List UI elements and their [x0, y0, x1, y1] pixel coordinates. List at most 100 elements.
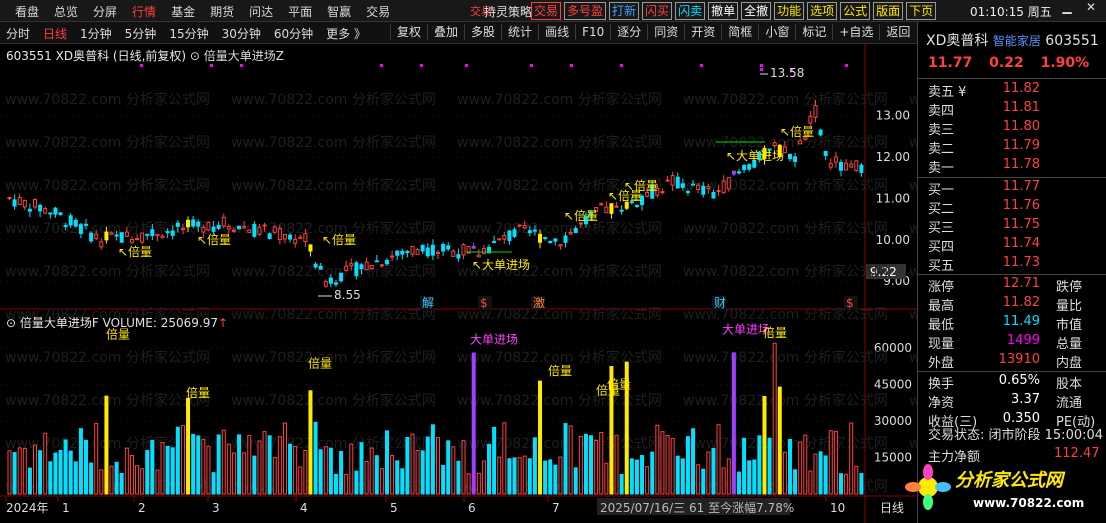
volume-tick-label: 45000 [874, 378, 912, 392]
candle [308, 244, 313, 252]
volume-bar [349, 443, 354, 495]
tool-add-watch[interactable]: +自选 [832, 24, 879, 40]
tab-60min[interactable]: 60分钟 [274, 25, 313, 42]
candle [492, 240, 497, 243]
watermark-text: www.70822.com 分析家公式网 [909, 306, 917, 323]
chip-options[interactable]: 选项 [807, 2, 838, 20]
tool-f10[interactable]: F10 [575, 24, 610, 40]
candle [599, 203, 604, 206]
volume-bar [38, 450, 43, 495]
chip-next-page[interactable]: 下页 [906, 2, 937, 20]
tool-tick[interactable]: 逐分 [610, 24, 647, 40]
candle [691, 183, 696, 186]
menu-item-4[interactable]: 基金 [171, 3, 195, 21]
chip-layout[interactable]: 版面 [873, 2, 904, 20]
candle [838, 161, 843, 171]
tab-30min[interactable]: 30分钟 [222, 25, 261, 42]
tool-back[interactable]: 返回 [879, 24, 916, 40]
tool-multi[interactable]: 多股 [464, 24, 501, 40]
formula-name-sub[interactable]: ⊙ 倍量大单进场F [6, 316, 99, 330]
tool-mark[interactable]: 标记 [795, 24, 832, 40]
strategy-menu[interactable]: 持灵策略 [484, 3, 532, 20]
chip-cancel[interactable]: 撤单 [708, 2, 739, 20]
candle [226, 226, 231, 230]
status-bar: 2025/07/16/三 61 至今涨幅7.78% [600, 500, 794, 515]
volume-bar [170, 447, 175, 495]
volume-bar [247, 435, 252, 495]
site-logo: 分析家公式网 www.70822.com [905, 458, 1105, 520]
chip-cancel-all[interactable]: 全撤 [741, 2, 772, 20]
stock-name: XD奥普科 [926, 33, 989, 49]
menu-item-1[interactable]: 总览 [54, 3, 78, 21]
tool-overlay[interactable]: 叠加 [427, 24, 464, 40]
menu-item-0[interactable]: 看盘 [15, 3, 39, 21]
volume-bar [685, 436, 690, 495]
tool-draw[interactable]: 画线 [538, 24, 575, 40]
tab-1min[interactable]: 1分钟 [80, 25, 112, 42]
tool-small[interactable]: 小窗 [758, 24, 795, 40]
candle [247, 229, 252, 233]
candle [84, 223, 89, 226]
chip-trade[interactable]: 交易 [531, 2, 562, 20]
chip-multi[interactable]: 多号盈 [564, 2, 607, 20]
volume-bar [354, 470, 359, 495]
candle [150, 229, 155, 237]
watermark-text: www.70822.com 分析家公式网 [5, 349, 210, 366]
candle [578, 222, 583, 225]
candle [563, 235, 568, 243]
menu-item-8[interactable]: 智赢 [327, 3, 351, 21]
volume-bar [782, 451, 787, 495]
candle [716, 190, 721, 193]
volume-tick-label: 30000 [874, 414, 912, 428]
chip-flash-buy[interactable]: 闪买 [642, 2, 673, 20]
candle [604, 206, 609, 214]
volume-bar [323, 446, 328, 495]
sector-link[interactable]: 智能家居 [993, 34, 1041, 48]
chip-function[interactable]: 功能 [774, 2, 805, 20]
volume-bar [53, 452, 58, 495]
signal-dot [620, 64, 623, 67]
kline-chart[interactable]: 13.0012.0011.0010.009.009.22600004500030… [0, 44, 917, 523]
candle [12, 199, 17, 207]
month-label: 7 [552, 501, 560, 515]
watermark-text: www.70822.com 分析家公式网 [909, 392, 917, 409]
tab-daily[interactable]: 日线 [43, 25, 67, 42]
candle [609, 203, 614, 214]
volume-bar [298, 466, 303, 495]
menu-item-3[interactable]: 行情 [132, 3, 156, 21]
tab-5min[interactable]: 5分钟 [125, 25, 157, 42]
tool-stats[interactable]: 统计 [501, 24, 538, 40]
candle [267, 233, 272, 240]
tool-open[interactable]: 开资 [684, 24, 721, 40]
menu-item-2[interactable]: 分屏 [93, 3, 117, 21]
tool-adjust[interactable]: 复权 [390, 24, 427, 40]
candle [359, 264, 364, 270]
tab-15min[interactable]: 15分钟 [169, 25, 208, 42]
menu-item-9[interactable]: 交易 [366, 3, 390, 21]
candle [7, 197, 12, 200]
volume-bar [854, 465, 859, 495]
candle [63, 224, 68, 227]
volume-bar [629, 458, 634, 495]
menu-item-6[interactable]: 问达 [249, 3, 273, 21]
chip-formula[interactable]: 公式 [840, 2, 871, 20]
candle [833, 156, 838, 163]
double-volume-label: ↖倍量 [780, 124, 814, 139]
tab-more[interactable]: 更多 》 [326, 25, 366, 42]
tab-intraday[interactable]: 分时 [6, 25, 30, 42]
chip-ipo[interactable]: 打新 [609, 2, 640, 20]
watermark-text: www.70822.com 分析家公式网 [231, 91, 436, 108]
tool-simple[interactable]: 简框 [721, 24, 758, 40]
formula-name-main[interactable]: ⊙ 倍量大单进场Z [190, 49, 284, 63]
candle [706, 186, 711, 190]
menu-item-5[interactable]: 期货 [210, 3, 234, 21]
minimize-icon[interactable]: ▁ [1058, 0, 1076, 20]
chart-toolbar: 分时 日线 1分钟 5分钟 15分钟 30分钟 60分钟 更多 》 复权 叠加 … [0, 22, 917, 44]
menu-item-7[interactable]: 平面 [288, 3, 312, 21]
volume-bar [318, 449, 323, 495]
close-icon[interactable]: ✕ [1082, 0, 1100, 20]
price-tick-label: 13.00 [876, 109, 910, 123]
tool-same[interactable]: 同资 [647, 24, 684, 40]
chip-flash-sell[interactable]: 闪卖 [675, 2, 706, 20]
volume-bar [787, 438, 792, 495]
